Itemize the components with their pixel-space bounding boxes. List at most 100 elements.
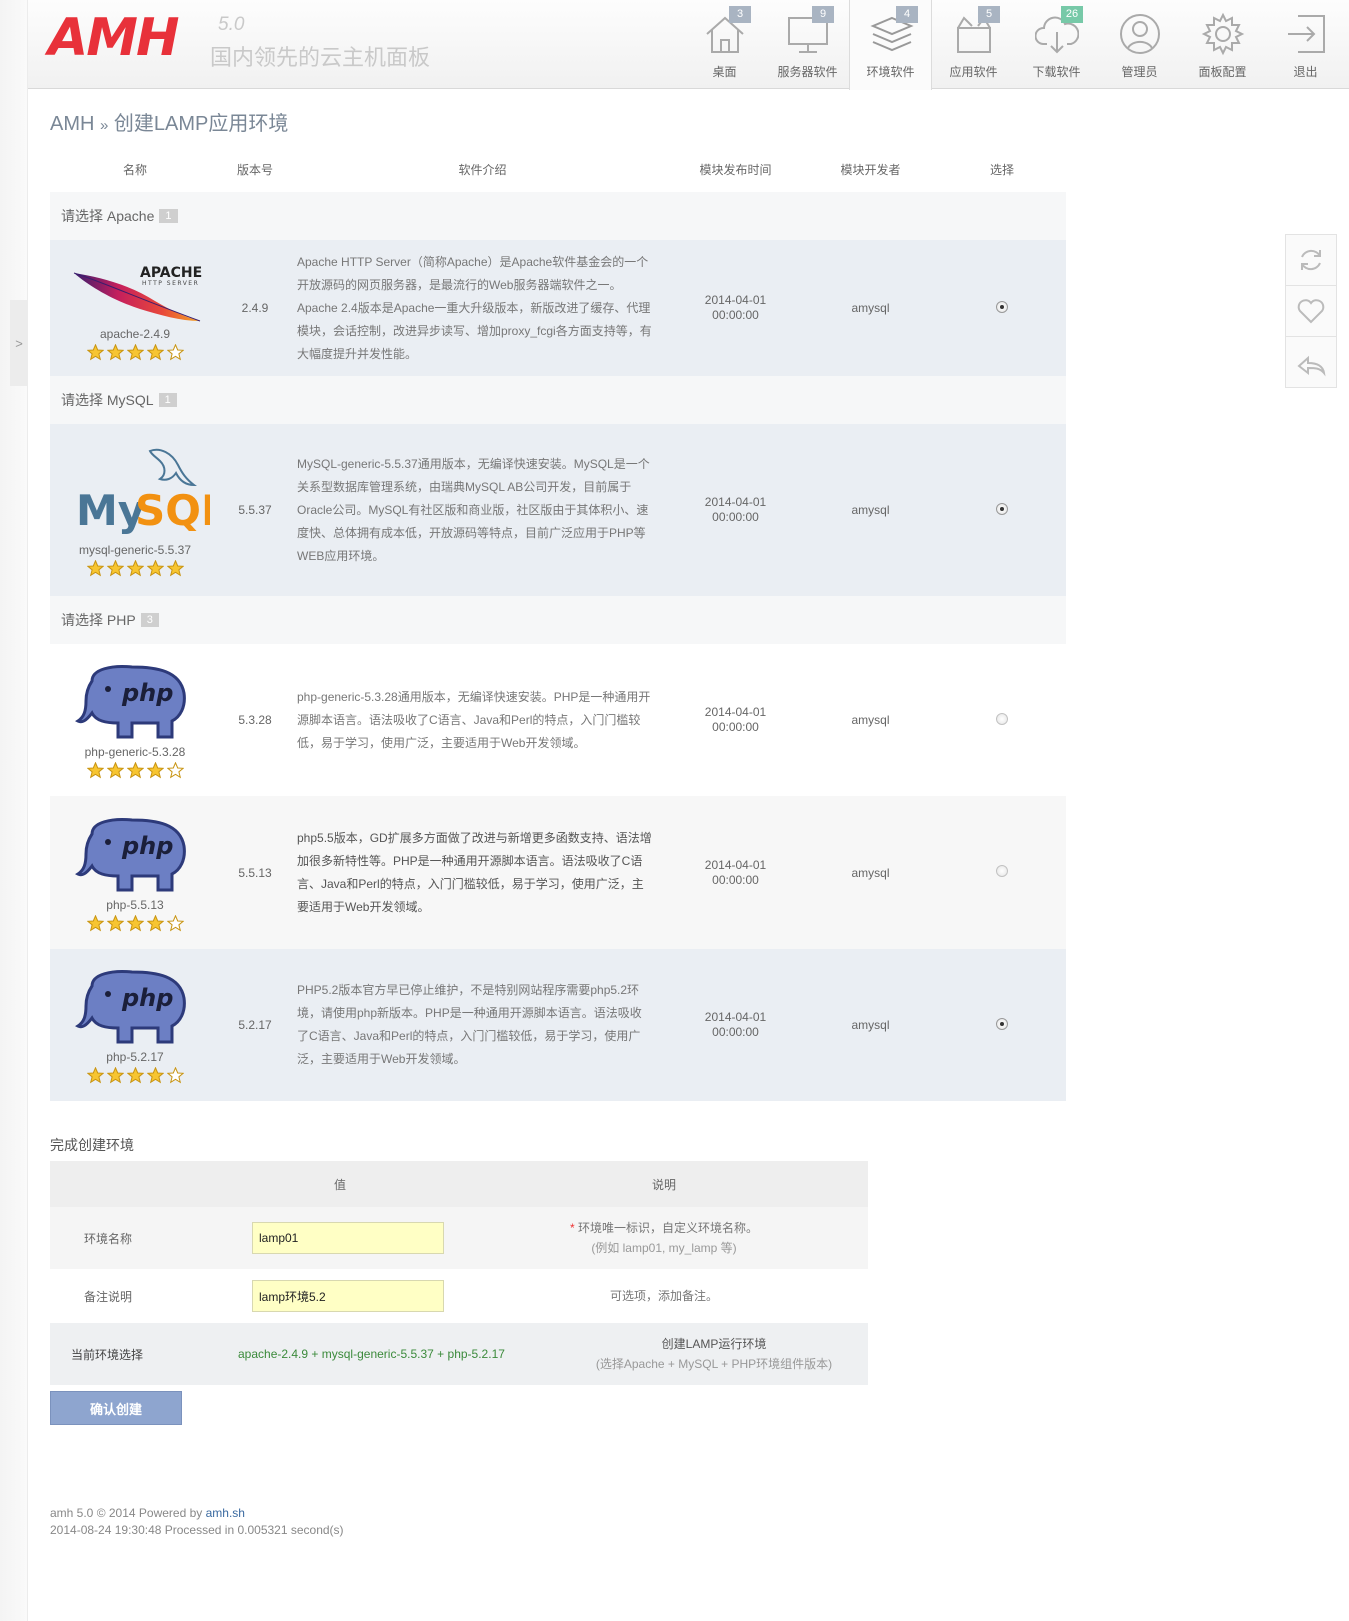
table-row[interactable]: php php-5.2.17 5.2.17 PHP5.2版本官方早已停止维护，不… <box>50 949 1066 1101</box>
nav-item-env-software[interactable]: 4 环境软件 <box>849 0 932 90</box>
desc-line: php5.5版本，GD扩展多方面做了改进与新增更多函数支持、语法增 <box>297 830 652 845</box>
desc-line: 要适用于Web开发领域。 <box>297 899 430 914</box>
table-row[interactable]: php php-5.5.13 5.5.13 php5.5版本，GD扩展多方面做了… <box>50 796 1066 949</box>
return-icon <box>1297 355 1326 376</box>
version-cell: 5.5.37 <box>238 503 272 517</box>
developer-cell: amysql <box>851 301 890 315</box>
env-name-hint-main: 环境唯一标识，自定义环境名称。 <box>578 1221 759 1235</box>
refresh-button[interactable] <box>1286 235 1336 286</box>
select-radio-mysql-5.5.37[interactable] <box>996 502 1008 515</box>
version-cell: 2.4.9 <box>241 301 269 315</box>
rating-stars <box>86 560 184 577</box>
nav-item-download-software[interactable]: 26 下载软件 <box>1015 0 1098 89</box>
select-radio-php-5.2.17[interactable] <box>996 1017 1008 1030</box>
desc-line: 加很多新特性等。PHP是一种通用开源脚本语言。语法吸收了C语 <box>297 853 643 868</box>
nav-item-server-software[interactable]: 9 服务器软件 <box>766 0 849 89</box>
current-hint-sub: (选择Apache + MySQL + PHP环境组件版本) <box>595 1357 833 1371</box>
form-row-remark: 备注说明 可选项，添加备注。 <box>50 1269 868 1323</box>
remark-input[interactable] <box>252 1280 444 1312</box>
plus-sign: + <box>311 1347 319 1361</box>
form-row-current-selection: 当前环境选择 apache-2.4.9 + mysql-generic-5.5.… <box>50 1323 868 1385</box>
desc-line: Apache 2.4版本是Apache一重大升级版本，新版改进了缓存、代理 <box>297 300 651 315</box>
footer-link[interactable]: amh.sh <box>206 1506 245 1520</box>
release-time-cell: 2014-04-01 00:00:00 <box>668 1010 803 1040</box>
rating-stars <box>86 914 184 932</box>
breadcrumb-separator: » <box>100 117 109 134</box>
release-date: 2014-04-01 <box>704 857 767 872</box>
nav-badge: 5 <box>978 6 1000 23</box>
favorite-button[interactable] <box>1286 286 1336 337</box>
star-filled-icon <box>106 1067 124 1084</box>
breadcrumb-root[interactable]: AMH <box>50 113 94 135</box>
star-empty-icon <box>166 1067 184 1084</box>
col-header-name: 名称 <box>122 162 147 177</box>
env-name-label: 环境名称 <box>84 1231 133 1246</box>
col-header-dev: 模块开发者 <box>840 162 901 177</box>
heart-icon <box>1297 299 1325 324</box>
release-time-cell: 2014-04-01 00:00:00 <box>668 705 803 735</box>
footer: amh 5.0 © 2014 Powered by amh.sh 2014-08… <box>50 1505 344 1539</box>
logo-version: 5.0 <box>218 14 245 35</box>
desc-line: Oracle公司。MySQL有社区版和商业版，社区版由于其体积小、速 <box>297 502 649 517</box>
package-name: php-5.5.13 <box>106 897 164 912</box>
table-row[interactable]: php php-generic-5.3.28 5.3.28 php-generi… <box>50 644 1066 796</box>
rating-stars <box>86 1067 184 1084</box>
confirm-create-button[interactable]: 确认创建 <box>50 1391 182 1425</box>
amh-logo[interactable]: AMH <box>48 8 180 68</box>
desc-line: 低，易于学习，使用广泛，主要适用于Web开发领域。 <box>297 735 586 750</box>
form-header: 值 说明 <box>50 1161 868 1207</box>
rating-stars <box>86 762 184 779</box>
star-empty-icon <box>166 762 184 779</box>
select-radio-php-5.5.13[interactable] <box>996 865 1008 877</box>
top-nav: 3 桌面 9 服务器软件 4 环境软件 5 应用软件 26 下载软件 管理员 面… <box>683 0 1347 90</box>
desc-line: MySQL-generic-5.5.37通用版本，无编译快速安装。MySQL是一… <box>297 456 650 471</box>
release-date: 2014-04-01 <box>704 1010 767 1024</box>
nav-item-desktop[interactable]: 3 桌面 <box>683 0 766 89</box>
nav-label: 应用软件 <box>949 65 998 79</box>
desc-line: 大幅度提升并发性能。 <box>297 346 418 361</box>
breadcrumb: AMH » 创建LAMP应用环境 <box>50 107 288 136</box>
star-filled-icon <box>86 560 104 577</box>
version-cell: 5.3.28 <box>238 713 272 727</box>
table-row[interactable]: My SQL mysql-generic-5.5.37 5.5.37 MySQL… <box>50 424 1066 596</box>
table-row[interactable]: APACHE HTTP SERVER apache-2.4.9 2.4.9 Ap… <box>50 240 1066 376</box>
group-count: 1 <box>159 209 178 223</box>
group-header-apache: 请选择 Apache 1 <box>50 192 1066 240</box>
star-filled-icon <box>146 914 164 931</box>
package-name: php-5.2.17 <box>106 1050 164 1064</box>
svg-text:php: php <box>121 679 173 707</box>
developer-cell: amysql <box>851 865 890 880</box>
env-name-input[interactable] <box>252 1222 444 1254</box>
nav-item-logout[interactable]: 退出 <box>1264 0 1347 89</box>
version-cell: 5.5.13 <box>238 865 272 880</box>
col-header-time: 模块发布时间 <box>699 162 772 177</box>
group-title: 请选择 PHP <box>61 612 136 628</box>
select-radio-php-5.3.28[interactable] <box>996 712 1008 725</box>
release-clock: 00:00:00 <box>712 308 759 322</box>
desc-line: 模块，会话控制，改进异步读写、增加proxy_fcgi各方面支持等，有 <box>297 323 652 338</box>
developer-cell: amysql <box>851 503 890 517</box>
desc-line: php-generic-5.3.28通用版本，无编译快速安装。PHP是一种通用开 <box>297 689 651 704</box>
release-time-cell: 2014-04-01 00:00:00 <box>668 495 803 525</box>
back-button[interactable] <box>1286 337 1336 388</box>
description-cell: MySQL-generic-5.5.37通用版本，无编译快速安装。MySQL是一… <box>290 453 668 568</box>
star-filled-icon <box>126 914 144 931</box>
current-hint-main: 创建LAMP运行环境 <box>661 1337 767 1351</box>
group-header-mysql: 请选择 MySQL 1 <box>50 376 1066 424</box>
desc-line: 开放源码的网页服务器，是最流行的Web服务器端软件之一。 <box>297 277 622 292</box>
env-name-hint: * 环境唯一标识，自定义环境名称。 (例如 lamp01, my_lamp 等) <box>460 1218 868 1258</box>
php-elephant-logo: php <box>75 970 186 1044</box>
php-elephant-logo: php <box>75 665 186 739</box>
page-title: 创建LAMP应用环境 <box>113 113 289 135</box>
nav-item-panel-config[interactable]: 面板配置 <box>1181 0 1264 89</box>
select-radio-apache-2.4.9[interactable] <box>996 300 1008 313</box>
description-cell: PHP5.2版本官方早已停止维护，不是特别网站程序需要php5.2环 境，请使用… <box>290 979 668 1071</box>
form-row-env-name: 环境名称 * 环境唯一标识，自定义环境名称。 (例如 lamp01, my_la… <box>50 1207 868 1269</box>
sidebar-toggle[interactable]: > <box>10 300 28 386</box>
nav-item-admin[interactable]: 管理员 <box>1098 0 1181 89</box>
logout-icon <box>1288 15 1325 53</box>
mysql-dolphin-logo: My SQL <box>76 448 210 535</box>
nav-item-app-software[interactable]: 5 应用软件 <box>932 0 1015 89</box>
desc-line: 泛，主要适用于Web开发领域。 <box>297 1052 466 1066</box>
package-name: mysql-generic-5.5.37 <box>78 543 192 557</box>
